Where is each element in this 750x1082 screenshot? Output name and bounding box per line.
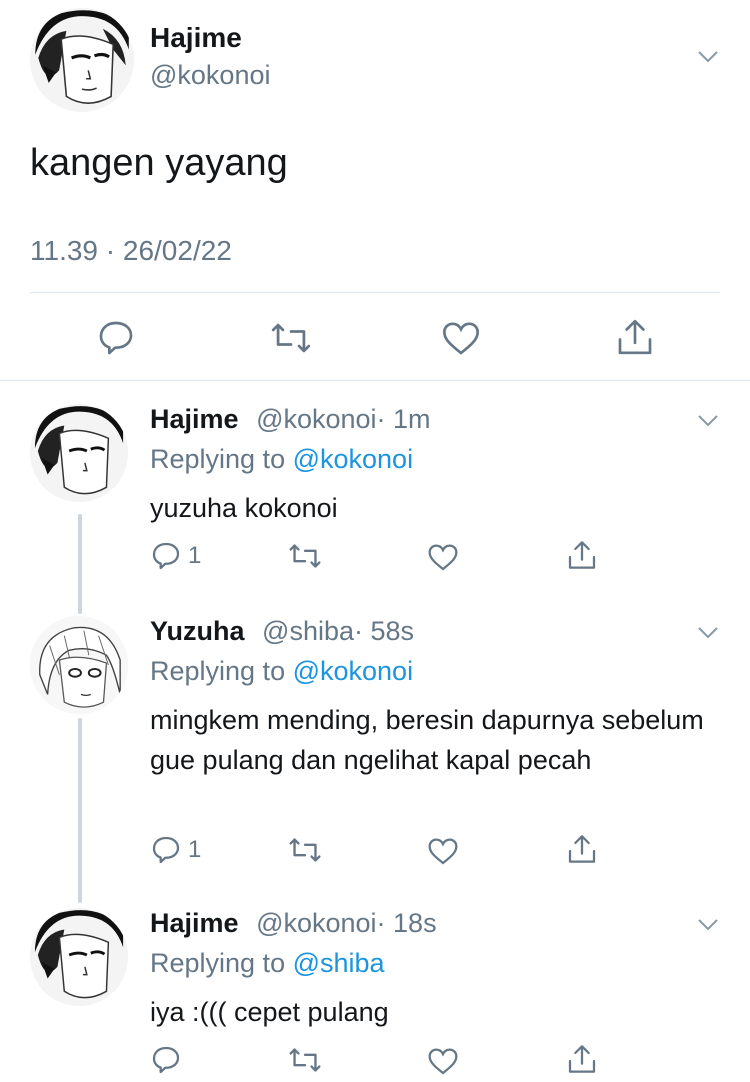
reply-1-share-icon[interactable] [566, 538, 598, 572]
reply-2-chevron-down-icon[interactable] [696, 620, 720, 644]
reply-2-reply-button[interactable]: 1 [150, 834, 201, 866]
reply-1-display-name[interactable]: Hajime [150, 404, 239, 434]
reply-3-avatar[interactable] [30, 908, 128, 1006]
reply-2-mention-link[interactable]: @kokonoi [293, 656, 413, 686]
reply-1-handle[interactable]: @kokonoi [256, 404, 376, 434]
reply-3-mention-link[interactable]: @shiba [293, 948, 385, 978]
reply-3-display-name[interactable]: Hajime [150, 908, 239, 938]
replying-prefix: Replying to [150, 656, 293, 686]
reply-3-like-icon[interactable] [427, 1045, 459, 1077]
reply-1-like-icon[interactable] [427, 541, 459, 573]
reply-2-replying-to: Replying to @kokonoi [150, 656, 413, 687]
manga-avatar-yuzuha [30, 616, 128, 714]
reply-3-text: iya :((( cepet pulang [150, 997, 389, 1027]
reply-3-reply-icon[interactable] [150, 1044, 182, 1076]
manga-avatar-hajime [30, 908, 128, 1006]
reply-3-replying-to: Replying to @shiba [150, 948, 385, 979]
reply-2-avatar[interactable] [30, 616, 128, 714]
main-tweet-display-name[interactable]: Hajime [150, 22, 242, 54]
reply-2-display-name[interactable]: Yuzuha [150, 616, 245, 646]
reply-2-time[interactable]: · 58s [354, 616, 414, 646]
thread-line-2 [78, 718, 82, 903]
reply-1-text: yuzuha kokonoi [150, 493, 338, 523]
reply-1-reply-button[interactable]: 1 [150, 540, 201, 572]
main-tweet-chevron-down-icon[interactable] [696, 44, 720, 68]
reply-3-chevron-down-icon[interactable] [696, 912, 720, 936]
main-tweet-bottom-divider [0, 380, 750, 381]
reply-1-header: Hajime @kokonoi· 1m [150, 404, 431, 435]
reply-1-replying-to: Replying to @kokonoi [150, 444, 413, 475]
reply-3-handle[interactable]: @kokonoi [256, 908, 376, 938]
reply-icon [152, 836, 180, 864]
reply-1-time[interactable]: · 1m [377, 404, 431, 434]
reply-2-share-icon[interactable] [566, 832, 598, 866]
reply-1-mention-link[interactable]: @kokonoi [293, 444, 413, 474]
main-retweet-icon[interactable] [270, 318, 312, 358]
main-reply-icon[interactable] [96, 318, 136, 358]
reply-2-header: Yuzuha @shiba· 58s [150, 616, 414, 647]
reply-3-header: Hajime @kokonoi· 18s [150, 908, 437, 939]
manga-avatar-hajime [30, 8, 134, 112]
main-share-icon[interactable] [615, 316, 655, 358]
main-tweet-avatar[interactable] [30, 8, 134, 112]
main-tweet-divider [30, 292, 720, 293]
main-tweet-timestamp[interactable]: 11.39 · 26/02/22 [30, 235, 232, 267]
reply-1-reply-count: 1 [188, 542, 202, 569]
manga-avatar-hajime [30, 404, 128, 502]
main-like-icon[interactable] [441, 318, 481, 358]
reply-3-share-icon[interactable] [566, 1042, 598, 1076]
reply-3-retweet-icon[interactable] [288, 1044, 322, 1076]
reply-2-text: mingkem mending, beresin dapurnya sebelu… [150, 705, 704, 775]
reply-icon [152, 542, 180, 570]
reply-2-handle[interactable]: @shiba [262, 616, 354, 646]
reply-3-time[interactable]: · 18s [377, 908, 437, 938]
main-tweet-handle[interactable]: @kokonoi [150, 60, 270, 91]
main-tweet-text: kangen yayang [30, 142, 288, 184]
reply-1-avatar[interactable] [30, 404, 128, 502]
reply-1-chevron-down-icon[interactable] [696, 408, 720, 432]
thread-line-1 [78, 514, 82, 614]
reply-2-retweet-icon[interactable] [288, 834, 322, 866]
replying-prefix: Replying to [150, 444, 293, 474]
reply-1-retweet-icon[interactable] [288, 540, 322, 572]
reply-2-like-icon[interactable] [427, 835, 459, 867]
replying-prefix: Replying to [150, 948, 293, 978]
reply-2-reply-count: 1 [188, 836, 202, 863]
